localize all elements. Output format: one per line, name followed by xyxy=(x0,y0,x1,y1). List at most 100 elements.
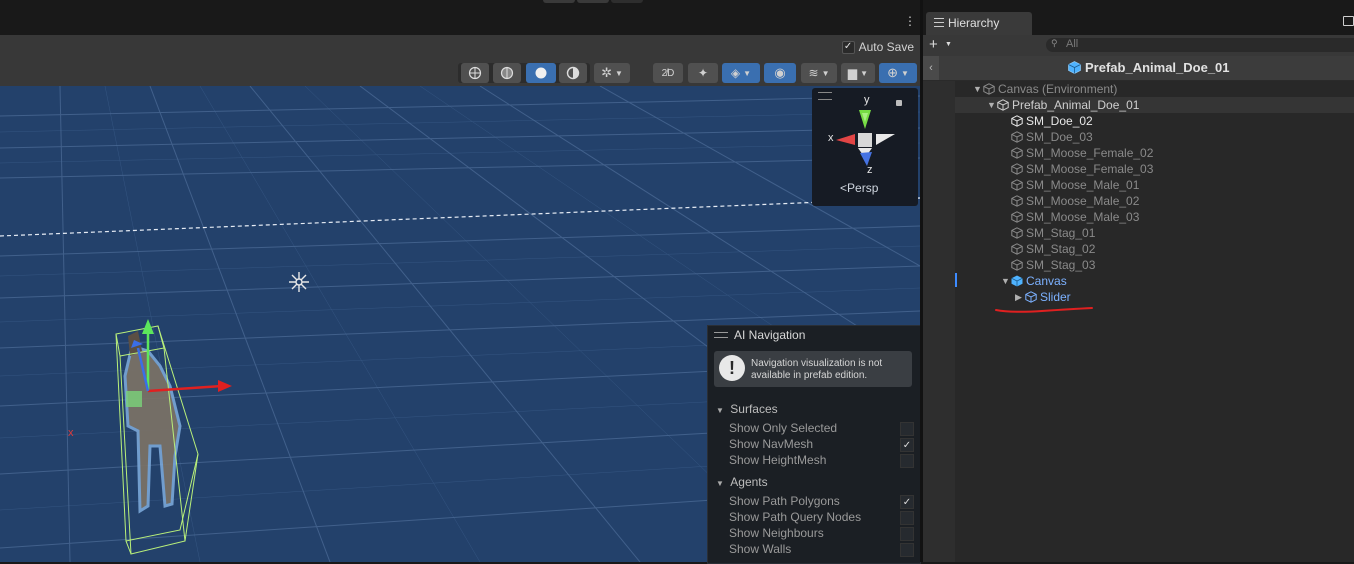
back-arrow-icon[interactable]: ‹ xyxy=(923,56,939,80)
hierarchy-item[interactable]: SM_Stag_03 xyxy=(955,257,1354,273)
gameobject-cube-icon xyxy=(983,83,995,95)
hierarchy-item-label: SM_Moose_Male_02 xyxy=(1026,194,1140,208)
show-navmesh-checkbox[interactable]: ✓ xyxy=(900,438,914,452)
hierarchy-item[interactable]: SM_Doe_02 xyxy=(955,113,1354,129)
surfaces-section-title: Surfaces xyxy=(730,402,778,416)
expand-arrow-down-icon[interactable]: ▼ xyxy=(1001,276,1010,286)
auto-save-toggle[interactable]: ✓ Auto Save xyxy=(841,40,914,54)
chevron-down-icon: ▼ xyxy=(900,68,909,78)
projection-toggle[interactable]: <Persp xyxy=(840,181,878,195)
info-message-box: ! Navigation visualization is not availa… xyxy=(714,351,912,387)
add-icon[interactable]: + xyxy=(929,37,938,52)
scene-toolbar: ✲ ▼ 2̸D ✦ ◈ ▼ ◉ ≋ ▼ ▆ ▼ ⊕ ▼ xyxy=(0,61,920,87)
hierarchy-item-label: Canvas (Environment) xyxy=(998,82,1118,96)
wireframe-icon xyxy=(468,66,482,80)
stray-axis-marker: x xyxy=(68,427,74,439)
chevron-down-icon[interactable]: ▼ xyxy=(945,41,952,48)
expand-arrow-down-icon[interactable]: ▼ xyxy=(973,84,982,94)
tab-hierarchy[interactable]: Hierarchy xyxy=(926,12,1032,35)
show-path-query-nodes-checkbox[interactable] xyxy=(900,511,914,525)
prefab-cube-icon xyxy=(1068,61,1081,74)
warning-icon: ! xyxy=(719,355,745,381)
prefab-title: Prefab_Animal_Doe_01 xyxy=(1085,60,1230,75)
gameobject-cube-icon xyxy=(1011,195,1023,207)
hierarchy-item[interactable]: ▼ Prefab_Animal_Doe_01 xyxy=(955,97,1354,113)
hierarchy-item[interactable]: SM_Stag_02 xyxy=(955,241,1354,257)
gameobject-cube-icon xyxy=(1011,227,1023,239)
auto-save-checkbox[interactable]: ✓ xyxy=(841,40,855,54)
gizmo-axis-y: y xyxy=(864,94,870,106)
debug-draw-mode-button[interactable]: ✲ ▼ xyxy=(594,63,630,83)
orientation-gizmo[interactable]: y x z <Persp xyxy=(812,88,918,206)
hierarchy-item[interactable]: SM_Moose_Male_03 xyxy=(955,209,1354,225)
option-label: Show NavMesh xyxy=(729,437,814,451)
chevron-down-icon: ▼ xyxy=(716,406,724,415)
gameobject-cube-icon xyxy=(1011,131,1023,143)
expand-arrow-right-icon[interactable]: ▶ xyxy=(1015,292,1022,303)
gizmos-button[interactable]: ⊕ ▼ xyxy=(879,63,917,83)
shaded-button[interactable] xyxy=(526,63,556,83)
unlit-button[interactable] xyxy=(559,63,587,83)
hierarchy-item[interactable]: SM_Moose_Female_02 xyxy=(955,145,1354,161)
toggle-lighting-button[interactable]: ✦ xyxy=(688,63,718,83)
hierarchy-item[interactable]: ▶ Slider xyxy=(955,289,1354,305)
canvas-cube-icon xyxy=(1011,275,1023,287)
hierarchy-item[interactable]: SM_Moose_Male_01 xyxy=(955,177,1354,193)
hierarchy-search-input[interactable]: ⚲ All xyxy=(1046,38,1354,52)
light-icon[interactable] xyxy=(289,272,309,292)
surfaces-section-header[interactable]: ▼ Surfaces xyxy=(716,402,778,416)
camera-settings-button[interactable]: ▆ ▼ xyxy=(841,63,875,83)
ai-navigation-overlay: AI Navigation ! Navigation visualization… xyxy=(707,325,921,564)
search-icon: ⚲ xyxy=(1051,38,1058,48)
show-walls-checkbox[interactable] xyxy=(900,543,914,557)
lock-icon[interactable] xyxy=(1343,16,1354,26)
pause-button[interactable] xyxy=(577,0,609,3)
hierarchy-item-label: SM_Moose_Female_03 xyxy=(1026,162,1154,176)
layers-effects-button[interactable]: ◈ ▼ xyxy=(722,63,760,83)
scene-visibility-button[interactable]: ◉ xyxy=(764,63,796,83)
agents-section-title: Agents xyxy=(730,475,768,489)
gameobject-cube-icon xyxy=(1011,259,1023,271)
option-label: Show Walls xyxy=(729,542,792,556)
hierarchy-item[interactable]: ▼ Canvas xyxy=(955,273,1354,289)
wireframe-shading-button[interactable] xyxy=(461,63,489,83)
hierarchy-item[interactable]: SM_Doe_03 xyxy=(955,129,1354,145)
toggle-2d-button[interactable]: 2̸D xyxy=(653,63,683,83)
unlit-sphere-icon xyxy=(566,66,580,80)
gizmo-axis-x: x xyxy=(828,132,834,144)
ai-navigation-title: AI Navigation xyxy=(734,328,806,342)
hierarchy-item[interactable]: SM_Moose_Female_03 xyxy=(955,161,1354,177)
hierarchy-item-label: Slider xyxy=(1040,290,1071,304)
step-button[interactable] xyxy=(611,0,643,3)
gizmo-globe-icon: ⊕ xyxy=(887,65,898,80)
option-label: Show Path Query Nodes xyxy=(729,510,862,524)
show-only-selected-checkbox[interactable] xyxy=(900,422,914,436)
hierarchy-item[interactable]: SM_Stag_01 xyxy=(955,225,1354,241)
play-button[interactable] xyxy=(543,0,575,3)
gizmo-axis-z: z xyxy=(867,164,873,176)
hierarchy-item-label: SM_Stag_02 xyxy=(1026,242,1096,256)
hierarchy-item[interactable]: SM_Moose_Male_02 xyxy=(955,193,1354,209)
hierarchy-item-label: SM_Moose_Male_03 xyxy=(1026,210,1140,224)
show-path-polygons-checkbox[interactable]: ✓ xyxy=(900,495,914,509)
show-heightmesh-checkbox[interactable] xyxy=(900,454,914,468)
list-icon xyxy=(934,18,944,27)
layers-icon: ◈ xyxy=(730,66,741,80)
hierarchy-item-label: SM_Doe_03 xyxy=(1026,130,1093,144)
hierarchy-item[interactable]: ▼ Canvas (Environment) xyxy=(955,81,1354,97)
chevron-down-icon: ▼ xyxy=(821,68,830,78)
show-neighbours-checkbox[interactable] xyxy=(900,527,914,541)
kebab-menu-icon[interactable]: ⋮ xyxy=(904,15,916,27)
option-label: Show Path Polygons xyxy=(729,494,840,508)
drag-handle-icon[interactable] xyxy=(714,332,728,338)
gameobject-cube-icon xyxy=(1011,243,1023,255)
layers-dropdown-button[interactable]: ≋ ▼ xyxy=(801,63,837,83)
prefab-header: ‹ Prefab_Animal_Doe_01 xyxy=(923,56,1354,81)
hierarchy-item-label: SM_Stag_01 xyxy=(1026,226,1096,240)
hierarchy-tab-label: Hierarchy xyxy=(948,16,1000,30)
shaded-wireframe-icon xyxy=(500,66,514,80)
agents-section-header[interactable]: ▼ Agents xyxy=(716,475,768,489)
gameobject-cube-icon xyxy=(1011,147,1023,159)
shaded-wireframe-button[interactable] xyxy=(493,63,521,83)
expand-arrow-down-icon[interactable]: ▼ xyxy=(987,100,996,110)
